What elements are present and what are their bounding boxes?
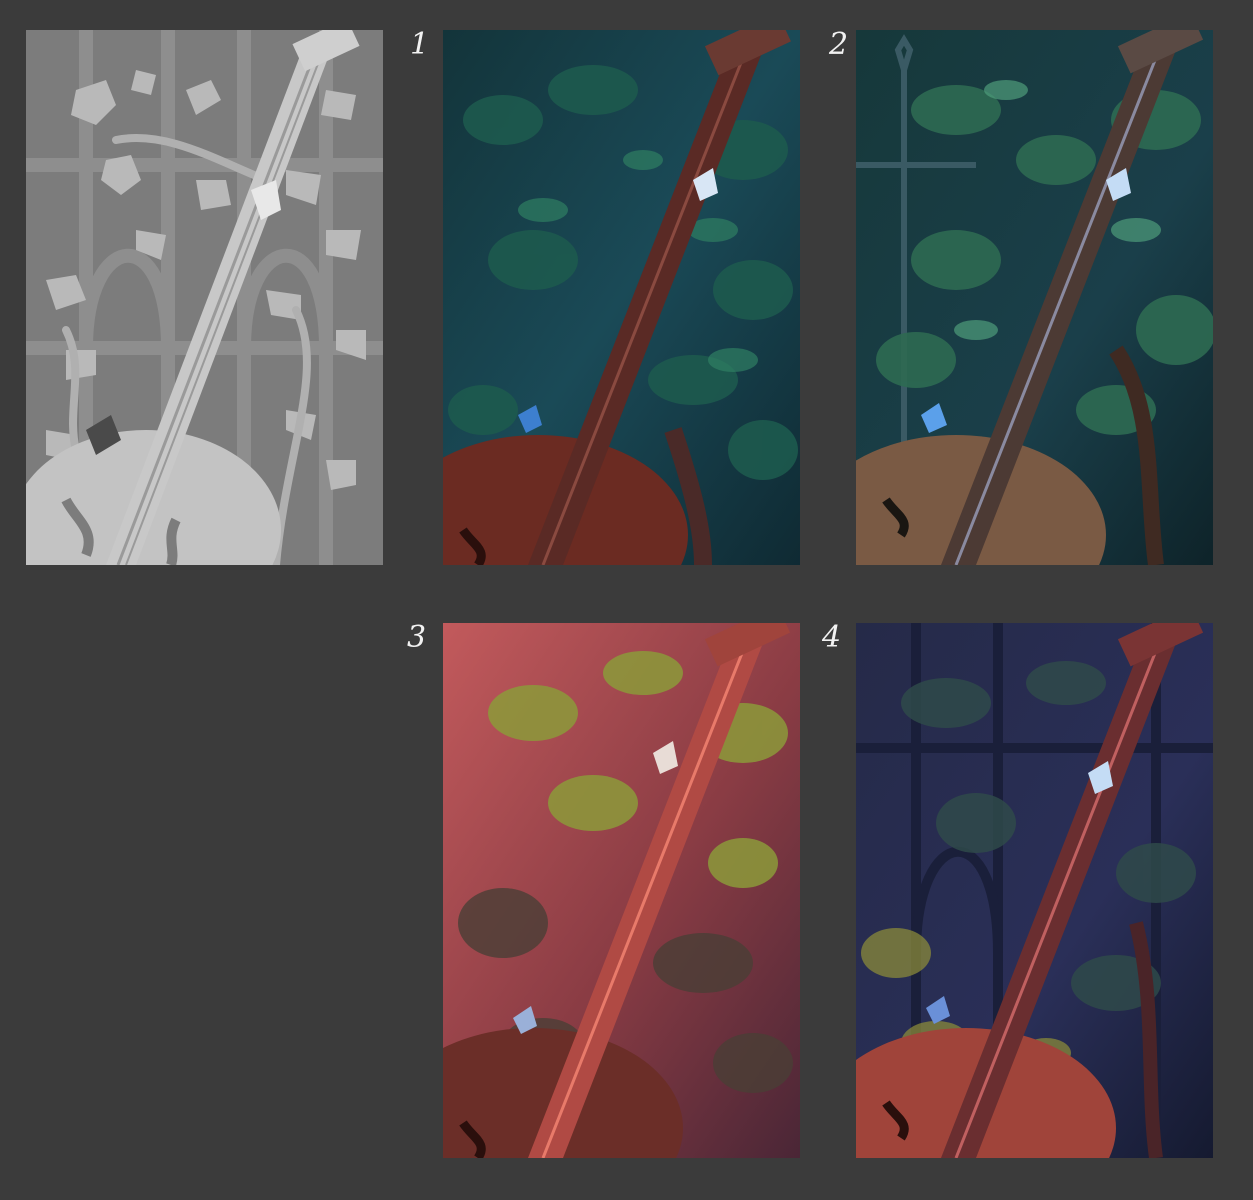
color-study-1-art bbox=[443, 30, 800, 565]
panel-number-2: 2 bbox=[829, 27, 849, 62]
color-study-3 bbox=[443, 623, 800, 1158]
color-study-4-art bbox=[856, 623, 1213, 1158]
color-study-2 bbox=[856, 30, 1213, 565]
value-sketch-art bbox=[26, 30, 383, 565]
color-study-2-art bbox=[856, 30, 1213, 565]
color-study-1 bbox=[443, 30, 800, 565]
panel-number-1: 1 bbox=[410, 27, 430, 62]
panel-number-3: 3 bbox=[407, 620, 427, 655]
color-study-3-art bbox=[443, 623, 800, 1158]
panel-number-4: 4 bbox=[822, 620, 842, 655]
grayscale-value-sketch bbox=[26, 30, 383, 565]
color-study-4 bbox=[856, 623, 1213, 1158]
